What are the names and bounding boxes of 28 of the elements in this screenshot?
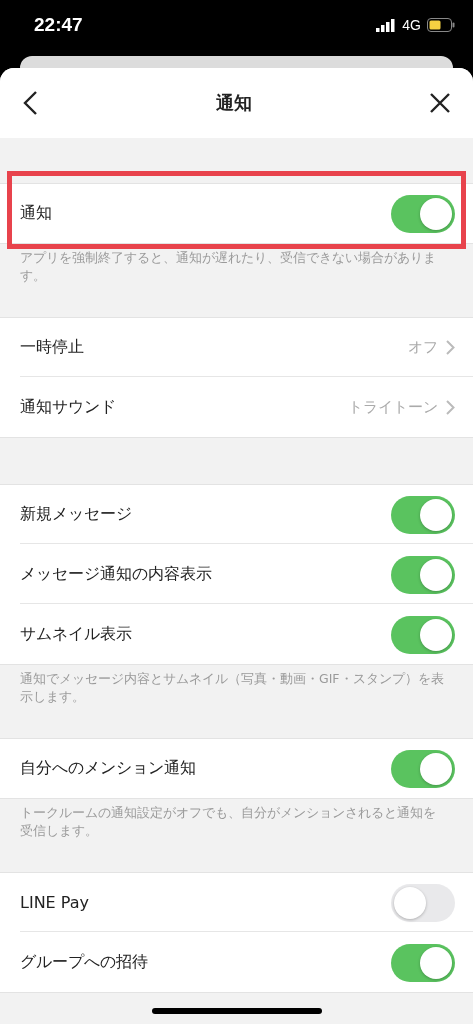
- status-time: 22:47: [34, 14, 84, 36]
- toggle-switch[interactable]: [391, 883, 455, 922]
- chevron-icon[interactable]: [446, 340, 455, 355]
- setting-label: 通知サウンド: [20, 397, 117, 418]
- network-label: 4G: [402, 17, 421, 33]
- setting-label: 一時停止: [20, 337, 85, 358]
- setting-label: LINE Pay: [20, 893, 90, 912]
- footnote-text: トークルームの通知設定がオフでも、自分がメンションされると通知を受信します。: [19, 804, 437, 840]
- toggle-switch[interactable]: [391, 749, 455, 788]
- header-title: 通知: [215, 91, 252, 115]
- setting-value: トライトーン: [348, 398, 438, 417]
- battery-icon: [427, 18, 455, 32]
- setting-label: 新規メッセージ: [20, 504, 133, 525]
- signal-icon: [376, 18, 397, 32]
- toggle-switch[interactable]: [391, 615, 455, 654]
- setting-label: 通知: [20, 203, 53, 224]
- toggle-switch[interactable]: [391, 194, 455, 233]
- setting-label: サムネイル表示: [20, 624, 133, 645]
- toggle-switch[interactable]: [391, 943, 455, 982]
- setting-label: 自分へのメンション通知: [20, 758, 197, 779]
- toggle-switch[interactable]: [391, 495, 455, 534]
- chevron-icon[interactable]: [446, 400, 455, 415]
- setting-value: オフ: [408, 338, 438, 357]
- footnote-text: アプリを強制終了すると、通知が遅れたり、受信できない場合があります。: [19, 249, 437, 285]
- toggle-switch[interactable]: [391, 555, 455, 594]
- setting-label: メッセージ通知の内容表示: [20, 564, 213, 585]
- setting-label: グループへの招待: [20, 952, 149, 973]
- footnote-text: 通知でメッセージ内容とサムネイル（写真・動画・GIF・スタンプ）を表示します。: [19, 670, 445, 706]
